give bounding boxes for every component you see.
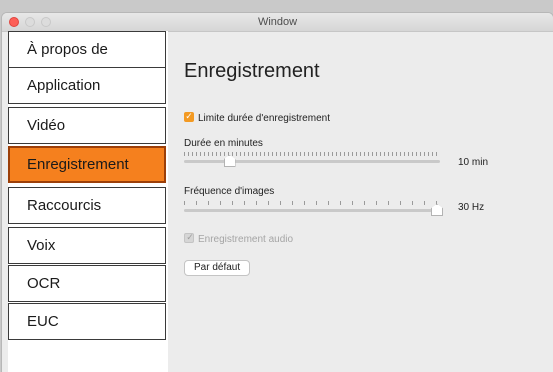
framerate-value: 30 Hz [458,202,485,213]
framerate-slider[interactable] [184,199,443,219]
sidebar-item-enregistrement[interactable]: Enregistrement [8,146,166,183]
sidebar-item-voix[interactable]: Voix [8,227,166,264]
limit-duration-label: Limite durée d'enregistrement [198,113,330,124]
sidebar-item-video[interactable]: Vidéo [8,107,166,144]
app-window: Window À propos de Application Vidéo Enr… [2,13,553,372]
limit-duration-checkbox[interactable]: ✓ Limite durée d'enregistrement [184,111,330,124]
checkbox-checked-icon[interactable]: ✓ [184,111,194,122]
duration-value: 10 min [458,157,489,168]
framerate-slider-ticks [184,201,440,205]
sidebar-item-euc[interactable]: EUC [8,303,166,340]
default-button[interactable]: Par défaut [184,260,251,276]
page-title: Enregistrement [184,60,320,82]
duration-slider-track [184,160,440,163]
duration-slider-thumb[interactable] [223,155,236,167]
sidebar-item-application[interactable]: Application [8,67,166,104]
audio-recording-checkbox[interactable]: ✓ Enregistrement audio [184,232,294,245]
framerate-label: Fréquence d'images [184,186,275,197]
duration-slider[interactable] [184,150,440,170]
framerate-slider-track [184,209,440,212]
duration-slider-ticks [184,152,440,156]
sidebar-item-raccourcis[interactable]: Raccourcis [8,187,166,224]
checkbox-checked-disabled-icon[interactable]: ✓ [184,232,194,243]
audio-recording-label: Enregistrement audio [198,234,294,245]
sidebar: À propos de Application Vidéo Enregistre… [8,31,168,372]
settings-panel: Enregistrement ✓ Limite durée d'enregistr… [168,31,553,372]
title-bar[interactable]: Window [2,13,553,32]
window-title: Window [257,16,298,28]
framerate-slider-thumb[interactable] [431,204,443,216]
sidebar-item-a-propos[interactable]: À propos de [8,31,166,68]
duration-label: Durée en minutes [184,138,263,149]
sidebar-item-ocr[interactable]: OCR [8,265,166,302]
